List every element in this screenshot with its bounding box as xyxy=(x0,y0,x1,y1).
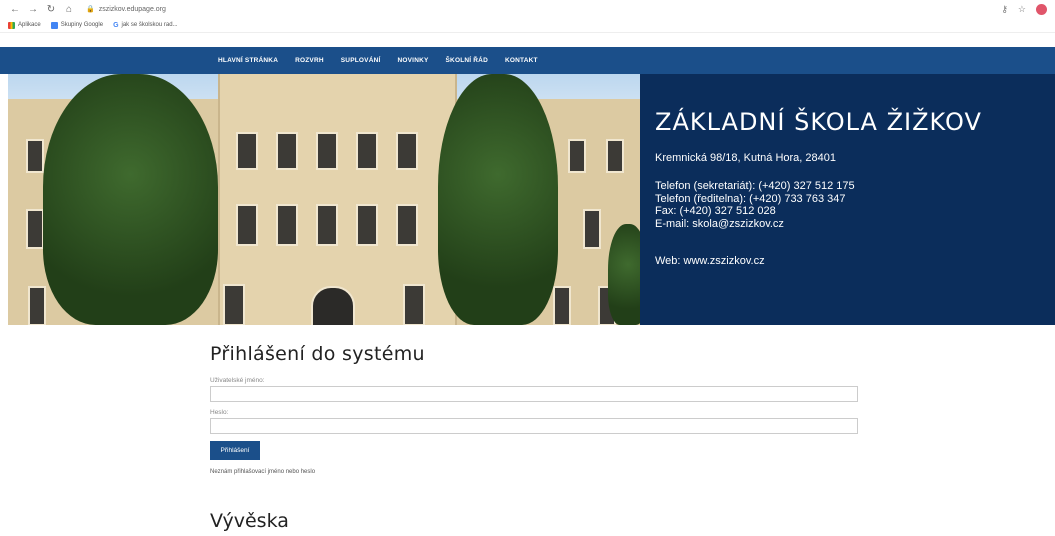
lock-icon: 🔒 xyxy=(86,6,95,13)
key-icon[interactable]: ⚷ xyxy=(1001,4,1008,15)
website[interactable]: Web: www.zszizkov.cz xyxy=(655,255,765,267)
fax: Fax: (+420) 327 512 028 xyxy=(655,205,776,217)
school-building-photo xyxy=(8,74,640,325)
nav-item-home[interactable]: HLAVNÍ STRÁNKA xyxy=(218,57,278,64)
phone-secretary: Telefon (sekretariát): (+420) 327 512 17… xyxy=(655,180,855,192)
nav-item-school-rules[interactable]: ŠKOLNÍ ŘÁD xyxy=(446,57,488,64)
school-name: ZÁKLADNÍ ŠKOLA ŽIŽKOV xyxy=(655,108,982,136)
google-icon: G xyxy=(113,21,119,29)
nav-item-schedule[interactable]: ROZVRH xyxy=(295,57,324,64)
main-entrance xyxy=(311,286,355,325)
forward-arrow-icon[interactable]: → xyxy=(26,2,40,16)
username-field[interactable] xyxy=(210,386,858,402)
address-bar[interactable]: 🔒 zszizkov.edupage.org xyxy=(86,5,166,14)
google-groups-icon xyxy=(50,21,58,29)
email[interactable]: E-mail: skola@zszizkov.cz xyxy=(655,218,855,231)
nav-item-contact[interactable]: KONTAKT xyxy=(505,57,538,64)
login-button[interactable]: Přihlášení xyxy=(210,441,260,460)
profile-avatar[interactable] xyxy=(1036,3,1047,15)
reload-icon[interactable]: ↻ xyxy=(44,2,58,16)
browser-toolbar: ← → ↻ ⌂ 🔒 zszizkov.edupage.org ⚷ ☆ xyxy=(0,0,1055,18)
bookmarks-bar: Aplikace Skupiny Google G jak se školsko… xyxy=(0,18,1055,33)
home-icon[interactable]: ⌂ xyxy=(62,2,76,16)
forgot-credentials-link[interactable]: Neznám přihlašovací jméno nebo heslo xyxy=(210,469,860,475)
nav-item-substitutions[interactable]: SUPLOVÁNÍ xyxy=(341,57,381,64)
main-menu: HLAVNÍ STRÁNKA ROZVRH SUPLOVÁNÍ NOVINKY … xyxy=(218,57,555,64)
school-address: Kremnická 98/18, Kutná Hora, 28401 xyxy=(655,152,837,164)
phone-director: Telefon (ředitelna): (+420) 733 763 347 xyxy=(655,192,846,205)
bookmark-google-groups[interactable]: Skupiny Google xyxy=(50,21,104,29)
password-field[interactable] xyxy=(210,418,858,434)
hero-banner: ZÁKLADNÍ ŠKOLA ŽIŽKOV Kremnická 98/18, K… xyxy=(0,74,1055,325)
login-section: Přihlášení do systému Uživatelské jméno:… xyxy=(210,343,860,475)
school-info-panel: ZÁKLADNÍ ŠKOLA ŽIŽKOV Kremnická 98/18, K… xyxy=(640,74,1055,325)
bookmark-label: Skupiny Google xyxy=(60,22,104,28)
username-label: Uživatelské jméno: xyxy=(210,377,265,384)
contact-list: Telefon (sekretariát): (+420) 327 512 17… xyxy=(655,180,855,230)
apps-grid-icon xyxy=(8,21,15,29)
bookmark-label: jak se školskou rad... xyxy=(121,22,178,28)
login-title: Přihlášení do systému xyxy=(210,343,425,365)
bookmark-google-search[interactable]: G jak se školskou rad... xyxy=(113,22,177,29)
back-arrow-icon[interactable]: ← xyxy=(8,2,22,16)
notice-board-title: Vývěska xyxy=(210,510,289,532)
nav-item-news[interactable]: NOVINKY xyxy=(398,57,429,64)
star-icon[interactable]: ☆ xyxy=(1018,4,1026,15)
bookmark-label: Aplikace xyxy=(18,22,41,28)
url-text: zszizkov.edupage.org xyxy=(98,5,166,13)
site-navigation: HLAVNÍ STRÁNKA ROZVRH SUPLOVÁNÍ NOVINKY … xyxy=(0,47,1055,74)
password-label: Heslo: xyxy=(210,409,229,416)
bookmark-apps[interactable]: Aplikace xyxy=(8,21,41,29)
